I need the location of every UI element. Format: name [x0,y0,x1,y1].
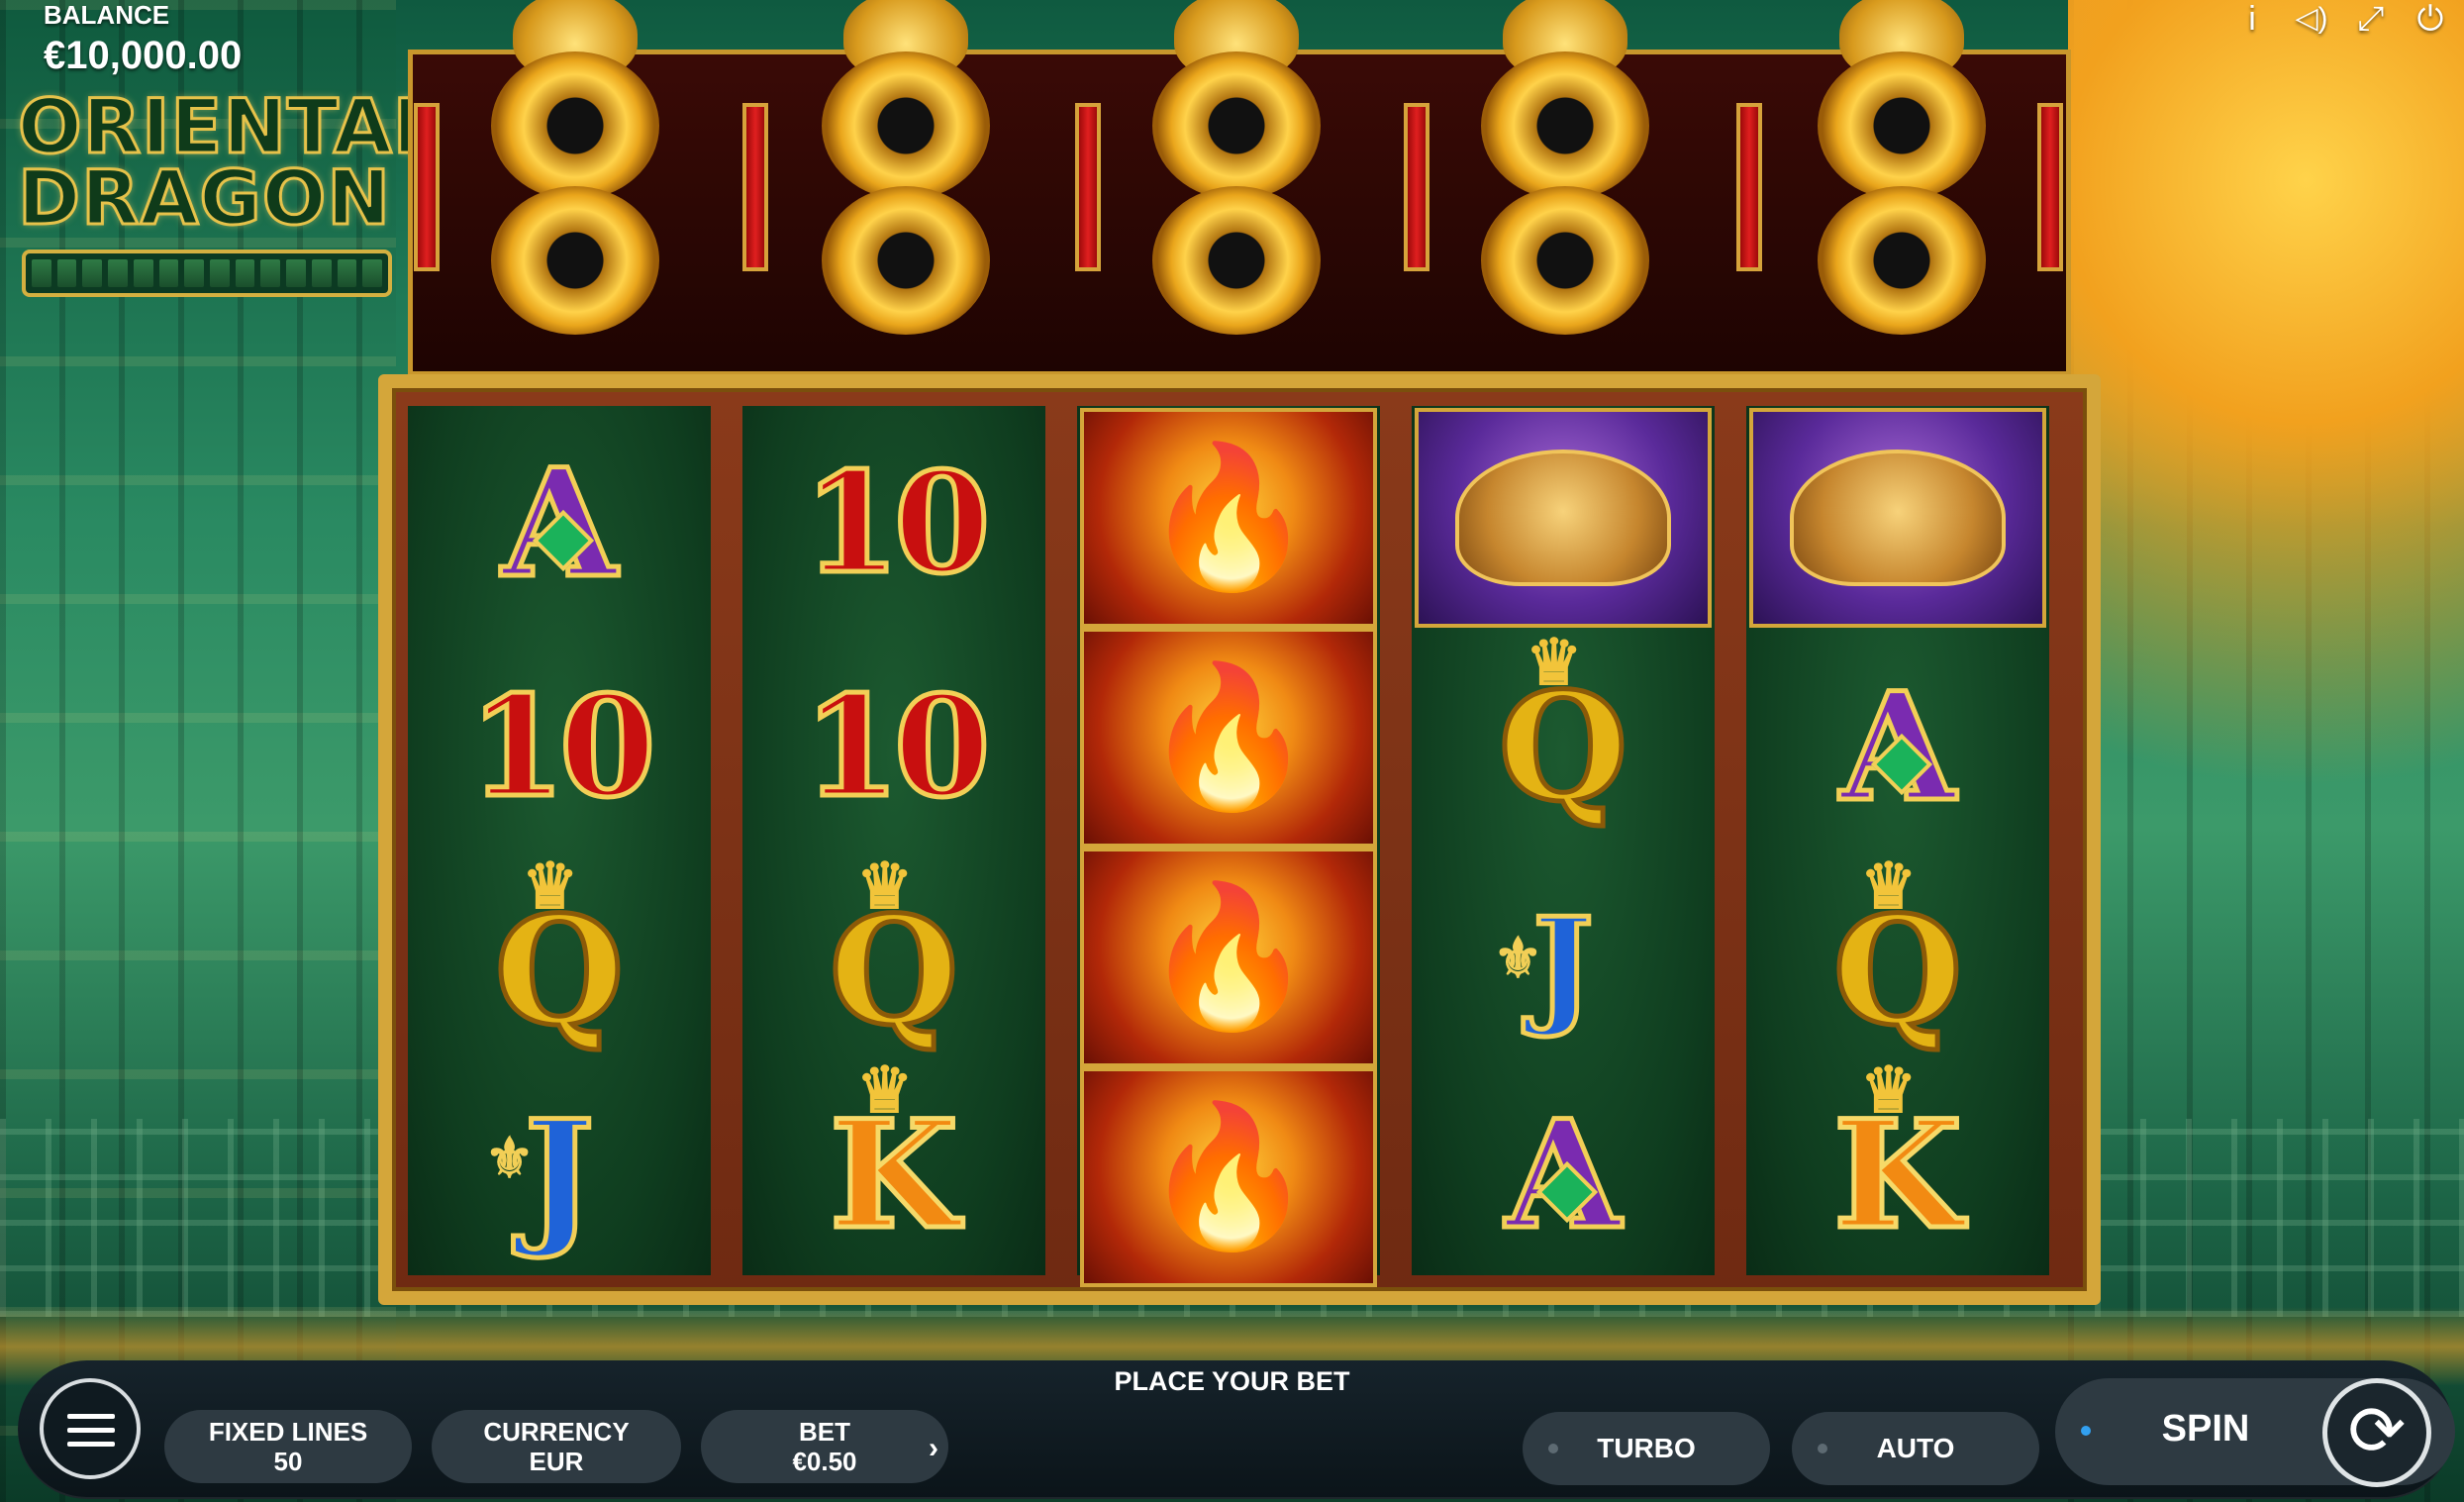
auto-toggle[interactable]: AUTO [1792,1412,2039,1485]
balance-value: €10,000.00 [44,34,243,77]
symbol-a: A [1746,636,2049,859]
crown-icon: ♛ [856,1053,914,1128]
red-pillar [742,103,768,271]
symbol-k: ♛ K [1830,1053,1964,1262]
crown-icon: ♛ [1525,626,1583,700]
fleur-de-lis-icon: ⚜ [484,1126,535,1191]
reel-1: A 10 ♛Q ⚜J [408,406,711,1275]
bet-selector[interactable]: BET €0.50 [701,1410,948,1483]
phoenix-icon: 🔥 [1141,1098,1316,1253]
turbo-indicator-dot [1548,1444,1558,1453]
red-pillar [2037,103,2063,271]
symbol-j: ⚜ J [1493,889,1596,1041]
dragon-eight-icon [451,0,699,347]
reel-4: ♛Q ⚜J A [1412,406,1715,1275]
crown-icon: ♛ [1859,850,1918,924]
dragon-eight-icon [1441,0,1689,347]
crown-icon: ♛ [1860,1053,1918,1128]
bet-increase-chevron-icon[interactable]: › [929,1432,938,1465]
spin-indicator-dot [2081,1426,2091,1436]
red-pillar [1736,103,1762,271]
reel-2: 10 10 ♛ Q ♛ K [742,406,1045,1275]
fullscreen-icon[interactable]: ⤢ [2341,0,2401,40]
dragon-eight-icon [782,0,1030,347]
reels-frame: A 10 ♛Q ⚜J 10 10 ♛Q ♛K 🔥 🔥 [378,374,2101,1305]
symbol-10: 10 [801,666,993,829]
symbol-j: ⚜ J [484,1088,597,1262]
red-pillar [1075,103,1101,271]
symbol-turtle [1746,406,2049,630]
feature-progress-bar [22,250,392,297]
symbol-a: A [1412,1063,1715,1287]
fixed-lines-display: FIXED LINES 50 [164,1410,412,1483]
turtle-icon [1455,450,1671,586]
phoenix-icon: 🔥 [1141,439,1316,594]
fixed-lines-value: 50 [273,1447,303,1476]
phoenix-icon: 🔥 [1141,878,1316,1034]
red-pillar [414,103,440,271]
reel-3: 🔥 🔥 🔥 🔥 [1077,406,1380,1287]
crown-icon: ♛ [521,850,579,924]
fixed-lines-label: FIXED LINES [208,1417,368,1447]
power-icon[interactable]: ⏻ [2401,0,2460,40]
symbol-phoenix: 🔥 [1077,1065,1380,1289]
spin-label[interactable]: SPIN [2126,1408,2285,1451]
menu-button[interactable] [40,1378,141,1479]
bet-value: €0.50 [792,1447,857,1476]
symbol-phoenix: 🔥 [1077,626,1380,850]
currency-selector[interactable]: CURRENCY EUR [432,1410,681,1483]
sound-icon[interactable]: ◁) [2282,0,2341,40]
dragon-eight-icon [1113,0,1360,347]
crown-icon: ♛ [855,850,914,924]
symbol-turtle [1412,406,1715,630]
turbo-toggle[interactable]: TURBO [1523,1412,1770,1485]
symbol-q: ♛ Q [827,850,961,1058]
logo-line-2: DRAGON [17,153,392,243]
dragon-eight-icon [1778,0,2025,347]
turtle-icon [1790,450,2006,586]
game-logo: ORIENTAL DRAGON [17,82,443,243]
spin-button[interactable]: ⟳ [2322,1378,2431,1487]
red-pillar [1404,103,1429,271]
currency-label: CURRENCY [483,1417,630,1447]
symbol-k: ♛ K [827,1053,960,1262]
symbol-a: A [408,412,711,636]
logo-line-1: ORIENTAL [17,82,443,170]
currency-value: EUR [529,1447,584,1476]
symbol-phoenix: 🔥 [1077,846,1380,1069]
symbol-10: 10 [466,666,658,829]
symbol-phoenix: 🔥 [1077,406,1380,630]
balance-label: BALANCE [44,0,170,30]
reel-5: A ♛Q ♛K [1746,406,2049,1275]
info-icon[interactable]: i [2222,0,2282,40]
symbol-10: 10 [801,443,993,605]
symbol-q: ♛ Q [492,850,627,1058]
fleur-de-lis-icon: ⚜ [1493,926,1543,991]
auto-label: AUTO [1876,1433,1955,1463]
symbol-q: ♛ Q [1830,850,1965,1058]
phoenix-icon: 🔥 [1141,658,1316,814]
turbo-label: TURBO [1597,1433,1696,1463]
auto-indicator-dot [1818,1444,1827,1453]
symbol-q: ♛ Q [1496,626,1630,835]
bet-label: BET [799,1417,850,1447]
